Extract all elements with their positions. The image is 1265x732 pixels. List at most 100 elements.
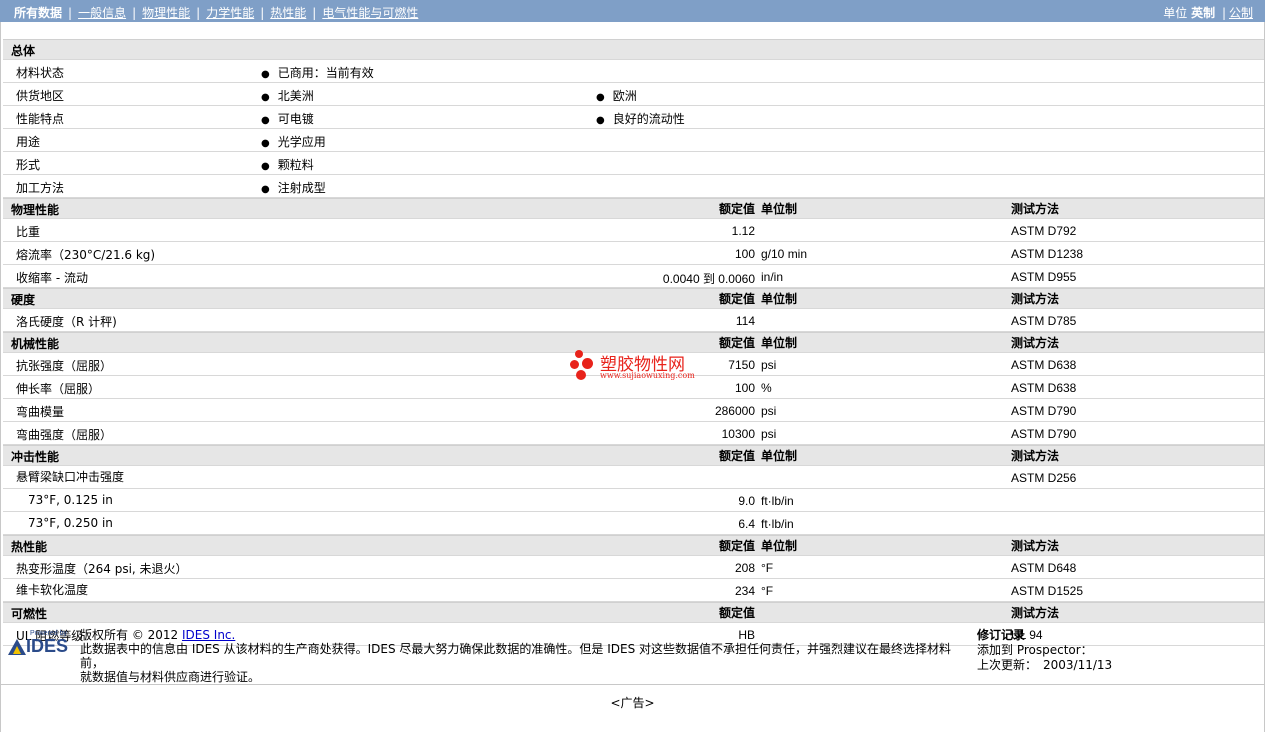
disclaimer-line-1: 此数据表中的信息由 IDES 从该材料的生产商处获得。IDES 尽最大努力确保此… — [80, 642, 952, 670]
tab-separator: | — [196, 6, 201, 20]
tab-physical[interactable]: 物理性能 — [142, 4, 190, 21]
row-unit: g/10 min — [761, 247, 808, 261]
row-value: 0.0040 到 0.0060 — [662, 272, 755, 286]
row-test-method: ASTM D1238 — [1011, 247, 1084, 261]
revision-history: 修订记录 添加到 Prospector： 上次更新： 2003/11/13 — [977, 628, 1112, 673]
row-test-method: ASTM D638 — [1011, 358, 1077, 372]
column-header-value: 额定值 — [718, 292, 755, 306]
table-row: 维卡软化温度 234 °F ASTM D1525 — [3, 579, 1264, 602]
tab-thermal[interactable]: 热性能 — [270, 4, 306, 21]
section-title: 总体 — [11, 44, 36, 58]
footer: Powered by IDES 版权所有 © 2012 IDES Inc. 此数… — [2, 620, 1263, 700]
column-header-test: 测试方法 — [1011, 202, 1060, 216]
tab-electrical-flammability[interactable]: 电气性能与可燃性 — [322, 4, 418, 21]
table-row: 73°F, 0.125 in 9.0 ft·lb/in — [3, 489, 1264, 512]
row-label: 形式 — [16, 158, 41, 172]
list-item: ● 光学应用 — [261, 135, 326, 149]
section-header-thermal: 热性能 额定值 单位制 测试方法 — [3, 535, 1264, 556]
table-row: 悬臂梁缺口冲击强度 ASTM D256 — [3, 466, 1264, 489]
row-test-method: ASTM D790 — [1011, 427, 1077, 441]
row-label: 弯曲强度（屈服） — [16, 428, 113, 442]
column-header-unit: 单位制 — [761, 449, 798, 463]
row-unit: psi — [761, 404, 777, 418]
row-value: 10300 — [721, 427, 755, 441]
divider — [0, 684, 1265, 685]
datasheet-table: 总体 材料状态 ● 已商用：当前有效 供货地区 ● 北美洲 ● 欧洲 性能特点 ● 可电… — [3, 39, 1264, 646]
section-header-impact: 冲击性能 额定值 单位制 测试方法 — [3, 445, 1264, 466]
bullet-icon: ● — [261, 115, 270, 126]
bullet-icon: ● — [261, 184, 270, 195]
ides-logo[interactable]: Powered by IDES — [8, 630, 72, 658]
row-unit: psi — [761, 358, 777, 372]
section-header-general: 总体 — [3, 39, 1264, 60]
bullet-icon: ● — [596, 92, 605, 103]
row-label: 弯曲模量 — [16, 405, 65, 419]
unit-metric-link[interactable]: 公制 — [1229, 6, 1253, 20]
list-item: ● 颗粒料 — [261, 158, 314, 172]
copyright-line: 版权所有 © 2012 IDES Inc. — [80, 628, 236, 642]
tab-separator: | — [260, 6, 265, 20]
added-to-prospector: 添加到 Prospector： — [977, 643, 1093, 657]
table-row: 用途 ● 光学应用 — [3, 129, 1264, 152]
row-test-method: ASTM D790 — [1011, 404, 1077, 418]
column-header-value: 额定值 — [718, 336, 755, 350]
row-unit: psi — [761, 427, 777, 441]
column-header-test: 测试方法 — [1011, 449, 1060, 463]
section-title: 冲击性能 — [11, 450, 60, 464]
tab-separator: | — [312, 6, 317, 20]
row-unit: % — [761, 381, 772, 395]
row-value: 286000 — [714, 404, 755, 418]
watermark-dot — [582, 358, 593, 369]
tab-general-info[interactable]: 一般信息 — [78, 4, 126, 21]
row-value: 1.12 — [731, 224, 755, 238]
table-row: 洛氏硬度（R 计秤) 114 ASTM D785 — [3, 309, 1264, 332]
table-row: 熔流率（230°C/21.6 kg) 100 g/10 min ASTM D12… — [3, 242, 1264, 265]
unit-imperial: 英制 — [1191, 6, 1216, 20]
table-row: 热变形温度（264 psi, 未退火） 208 °F ASTM D648 — [3, 556, 1264, 579]
ad-label: <广告> — [610, 696, 655, 710]
row-label: 加工方法 — [16, 181, 65, 195]
row-value: 6.4 — [738, 517, 755, 531]
section-header-hardness: 硬度 额定值 单位制 测试方法 — [3, 288, 1264, 309]
row-label: 73°F, 0.250 in — [28, 516, 113, 530]
row-value: 100 — [734, 381, 755, 395]
row-value: 9.0 — [738, 494, 755, 508]
column-header-test: 测试方法 — [1011, 606, 1060, 620]
column-header-unit: 单位制 — [761, 292, 798, 306]
column-header-value: 额定值 — [718, 202, 755, 216]
row-label: 73°F, 0.125 in — [28, 493, 113, 507]
revision-title: 修订记录 — [977, 628, 1026, 642]
row-label: 熔流率（230°C/21.6 kg) — [16, 248, 156, 262]
watermark-logo: 塑胶物性网 www.sujiaowuxing.com — [570, 350, 710, 384]
bullet-icon: ● — [261, 69, 270, 80]
list-item: ● 注射成型 — [261, 181, 326, 195]
row-label: 比重 — [16, 225, 41, 239]
logo-triangle-accent-icon — [13, 646, 21, 654]
list-item: ● 可电镀 — [261, 112, 314, 126]
bullet-icon: ● — [261, 92, 270, 103]
table-row: 73°F, 0.250 in 6.4 ft·lb/in — [3, 512, 1264, 535]
watermark-dot — [576, 370, 586, 380]
last-updated: 上次更新： 2003/11/13 — [977, 658, 1113, 672]
table-row: 材料状态 ● 已商用：当前有效 — [3, 60, 1264, 83]
tab-separator: | — [68, 6, 73, 20]
column-header-test: 测试方法 — [1011, 336, 1060, 350]
row-label: 伸长率（屈服） — [16, 382, 101, 396]
row-unit: in/in — [761, 270, 784, 284]
section-title: 硬度 — [11, 293, 36, 307]
tab-all-data[interactable]: 所有数据 — [14, 4, 62, 21]
table-row: 形式 ● 颗粒料 — [3, 152, 1264, 175]
unit-switcher: 单位 英制 | 公制 — [1163, 4, 1253, 21]
column-header-unit: 单位制 — [761, 336, 798, 350]
list-item: ● 良好的流动性 — [596, 112, 685, 126]
row-test-method: ASTM D792 — [1011, 224, 1077, 238]
watermark-dot — [575, 350, 583, 358]
ides-link[interactable]: IDES Inc. — [182, 628, 235, 642]
section-title: 物理性能 — [11, 203, 60, 217]
row-test-method: ASTM D785 — [1011, 314, 1077, 328]
row-label: 热变形温度（264 psi, 未退火） — [16, 562, 188, 576]
row-test-method: ASTM D638 — [1011, 381, 1077, 395]
table-row: 收缩率 - 流动 0.0040 到 0.0060 in/in ASTM D955 — [3, 265, 1264, 288]
tab-mechanical[interactable]: 力学性能 — [206, 4, 254, 21]
row-label: 悬臂梁缺口冲击强度 — [16, 470, 125, 484]
